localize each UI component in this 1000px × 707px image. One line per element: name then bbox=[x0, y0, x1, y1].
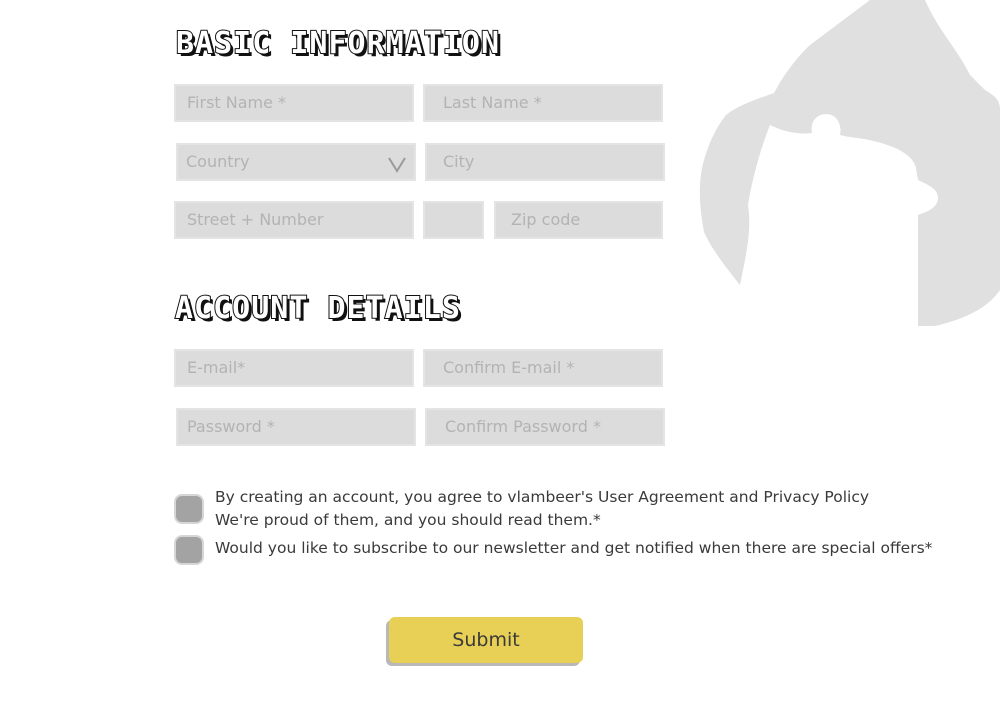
first-name-field[interactable]: First Name * bbox=[174, 84, 414, 122]
confirm-password-field[interactable]: Confirm Password * bbox=[425, 408, 665, 446]
house-number-extra-field[interactable] bbox=[423, 201, 484, 239]
zip-code-field[interactable]: Zip code bbox=[494, 201, 663, 239]
last-name-field[interactable]: Last Name * bbox=[423, 84, 663, 122]
city-field[interactable]: City bbox=[425, 143, 665, 181]
country-select[interactable]: Country bbox=[176, 143, 416, 181]
email-field[interactable]: E-mail* bbox=[174, 349, 414, 387]
street-number-field[interactable]: Street + Number bbox=[174, 201, 414, 239]
confirm-email-field[interactable]: Confirm E-mail * bbox=[423, 349, 663, 387]
puzzle-flame-decoration bbox=[699, 0, 1000, 326]
registration-page: BASIC INFORMATION First Name * Last Name… bbox=[0, 0, 1000, 707]
newsletter-text: Would you like to subscribe to our newsl… bbox=[215, 539, 933, 557]
agreement-text-line2: We're proud of them, and you should read… bbox=[215, 511, 601, 529]
newsletter-checkbox[interactable] bbox=[174, 535, 204, 565]
agreement-checkbox[interactable] bbox=[174, 494, 204, 524]
section-title-basic-information: BASIC INFORMATION bbox=[175, 26, 501, 61]
agreement-text-line1: By creating an account, you agree to vla… bbox=[215, 488, 870, 506]
country-select-label: Country bbox=[186, 152, 250, 171]
password-field[interactable]: Password * bbox=[176, 408, 416, 446]
submit-button[interactable]: Submit bbox=[389, 617, 583, 663]
section-title-account-details: ACCOUNT DETAILS bbox=[174, 291, 461, 326]
chevron-down-icon bbox=[388, 157, 406, 173]
